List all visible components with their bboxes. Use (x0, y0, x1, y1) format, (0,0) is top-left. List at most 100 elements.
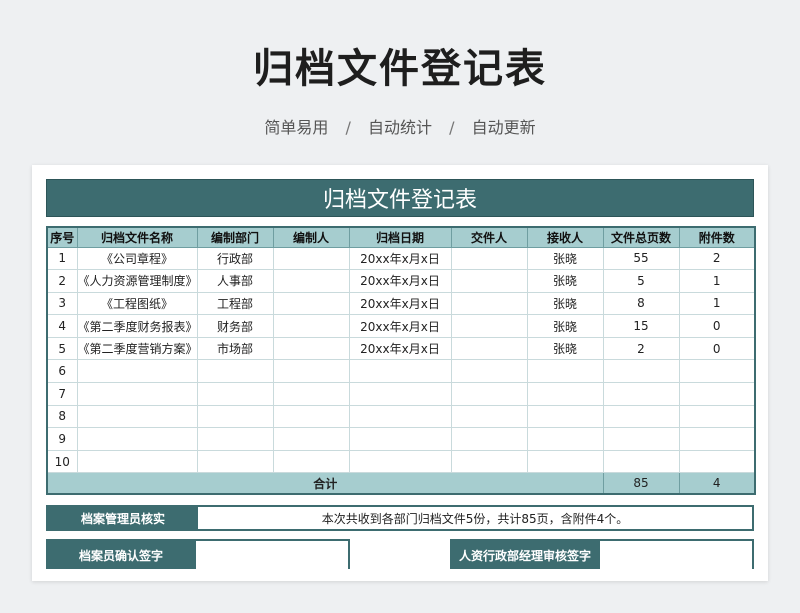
cell-attachments[interactable]: 1 (678, 291, 756, 316)
cell-receiver[interactable]: 张晓 (526, 246, 604, 271)
cell-no: 8 (46, 404, 78, 429)
cell-receiver[interactable] (526, 449, 604, 474)
cell-receiver[interactable]: 张晓 (526, 269, 604, 293)
cell-date[interactable]: 20xx年x月x日 (348, 291, 452, 316)
subtitle-item-easy: 简单易用 (264, 118, 329, 137)
cell-date[interactable] (348, 359, 452, 384)
cell-pages[interactable] (602, 382, 680, 406)
cell-attachments[interactable]: 2 (678, 246, 756, 271)
cell-date[interactable] (348, 404, 452, 429)
cell-pages[interactable] (602, 404, 680, 429)
cell-no: 3 (46, 291, 78, 316)
cell-date[interactable]: 20xx年x月x日 (348, 314, 452, 338)
cell-date[interactable]: 20xx年x月x日 (348, 269, 452, 293)
cell-submitter[interactable] (450, 269, 528, 293)
cell-author[interactable] (272, 382, 350, 406)
cell-author[interactable] (272, 269, 350, 293)
cell-submitter[interactable] (450, 291, 528, 316)
cell-receiver[interactable] (526, 404, 604, 429)
cell-name[interactable]: 《第二季度营销方案》 (76, 336, 198, 361)
cell-dept[interactable] (196, 404, 274, 429)
cell-pages[interactable] (602, 359, 680, 384)
cell-author[interactable] (272, 336, 350, 361)
subtitle: 简单易用 / 自动统计 / 自动更新 (0, 114, 800, 138)
cell-submitter[interactable] (450, 359, 528, 384)
cell-attachments[interactable] (678, 404, 756, 429)
cell-author[interactable] (272, 449, 350, 474)
cell-pages[interactable] (602, 449, 680, 474)
verification-text[interactable]: 本次共收到各部门归档文件5份，共计85页，含附件4个。 (198, 507, 752, 529)
cell-receiver[interactable] (526, 382, 604, 406)
cell-attachments[interactable]: 1 (678, 269, 756, 293)
archivist-signature-field[interactable] (196, 541, 348, 569)
cell-author[interactable] (272, 314, 350, 338)
cell-dept[interactable]: 财务部 (196, 314, 274, 338)
archivist-signature-label: 档案员确认签字 (46, 541, 196, 569)
cell-submitter[interactable] (450, 427, 528, 451)
subtitle-separator: / (345, 118, 351, 137)
cell-date[interactable] (348, 427, 452, 451)
cell-attachments[interactable] (678, 382, 756, 406)
cell-attachments[interactable]: 0 (678, 314, 756, 338)
cell-name[interactable] (76, 427, 198, 451)
cell-no: 9 (46, 427, 78, 451)
cell-submitter[interactable] (450, 246, 528, 271)
cell-dept[interactable] (196, 427, 274, 451)
cell-dept[interactable] (196, 359, 274, 384)
cell-dept[interactable]: 行政部 (196, 246, 274, 271)
manager-signature-field[interactable] (600, 541, 752, 569)
cell-pages[interactable] (602, 427, 680, 451)
cell-date[interactable]: 20xx年x月x日 (348, 336, 452, 361)
cell-no: 7 (46, 382, 78, 406)
cell-pages[interactable]: 5 (602, 269, 680, 293)
cell-submitter[interactable] (450, 404, 528, 429)
subtitle-item-auto-stats: 自动统计 (367, 118, 432, 137)
cell-date[interactable]: 20xx年x月x日 (348, 246, 452, 271)
cell-dept[interactable] (196, 382, 274, 406)
table-row: 6 (46, 359, 756, 384)
cell-no: 10 (46, 449, 78, 474)
cell-author[interactable] (272, 246, 350, 271)
cell-attachments[interactable] (678, 359, 756, 384)
cell-name[interactable]: 《第二季度财务报表》 (76, 314, 198, 338)
cell-submitter[interactable] (450, 336, 528, 361)
cell-pages[interactable]: 55 (602, 246, 680, 271)
cell-name[interactable]: 《人力资源管理制度》 (76, 269, 198, 293)
cell-date[interactable] (348, 382, 452, 406)
total-pages[interactable]: 85 (602, 472, 680, 495)
cell-dept[interactable]: 人事部 (196, 269, 274, 293)
table-header-row: 序号 归档文件名称 编制部门 编制人 归档日期 交件人 接收人 文件总页数 附件… (46, 226, 756, 248)
cell-dept[interactable]: 市场部 (196, 336, 274, 361)
cell-name[interactable] (76, 359, 198, 384)
total-attachments[interactable]: 4 (678, 472, 756, 495)
header-cell: 文件总页数 (602, 226, 680, 248)
cell-submitter[interactable] (450, 382, 528, 406)
cell-name[interactable] (76, 449, 198, 474)
cell-receiver[interactable]: 张晓 (526, 314, 604, 338)
page-title: 归档文件登记表 (253, 46, 547, 92)
cell-dept[interactable] (196, 449, 274, 474)
cell-receiver[interactable]: 张晓 (526, 291, 604, 316)
cell-date[interactable] (348, 449, 452, 474)
cell-author[interactable] (272, 291, 350, 316)
cell-pages[interactable]: 15 (602, 314, 680, 338)
cell-author[interactable] (272, 427, 350, 451)
cell-name[interactable] (76, 382, 198, 406)
cell-dept[interactable]: 工程部 (196, 291, 274, 316)
cell-receiver[interactable] (526, 427, 604, 451)
cell-name[interactable]: 《工程图纸》 (76, 291, 198, 316)
cell-pages[interactable]: 2 (602, 336, 680, 361)
cell-name[interactable]: 《公司章程》 (76, 246, 198, 271)
cell-author[interactable] (272, 404, 350, 429)
cell-submitter[interactable] (450, 449, 528, 474)
cell-attachments[interactable] (678, 427, 756, 451)
cell-name[interactable] (76, 404, 198, 429)
cell-receiver[interactable] (526, 359, 604, 384)
cell-attachments[interactable]: 0 (678, 336, 756, 361)
cell-receiver[interactable]: 张晓 (526, 336, 604, 361)
cell-pages[interactable]: 8 (602, 291, 680, 316)
manager-signature-row: 人资行政部经理审核签字 (450, 539, 754, 569)
cell-attachments[interactable] (678, 449, 756, 474)
cell-author[interactable] (272, 359, 350, 384)
cell-submitter[interactable] (450, 314, 528, 338)
